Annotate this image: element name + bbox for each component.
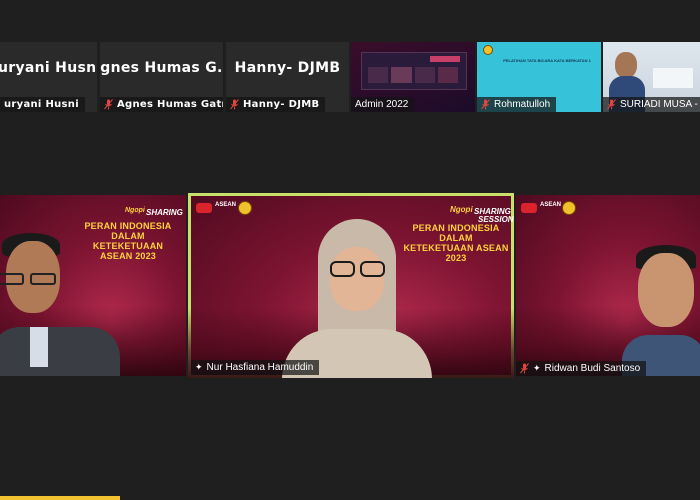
participant-tile-suriadi[interactable]: SURIADI MUSA - E	[603, 42, 700, 112]
slide-sharing: SHARING	[146, 208, 183, 217]
participant-label-text: Hanny- DJMB	[243, 99, 320, 110]
participant-label-text: Agnes Humas Gatrik	[117, 99, 223, 110]
participant-video	[0, 231, 120, 376]
emblem-icon	[562, 201, 576, 215]
participant-video	[272, 217, 442, 378]
participant-tile-rohmatulloh[interactable]: PELATIHAN TATA BICARA KATA BERKATAN 1 Ro…	[477, 42, 601, 112]
participant-name-label: uryani Husni	[0, 97, 85, 112]
asean-label: ASEAN	[215, 202, 237, 208]
participant-tile-ridwan[interactable]: ASEAN ✦ Ridwan Budi Santoso	[516, 195, 700, 376]
participant-display-name: Hanny- DJMB	[234, 60, 341, 76]
slide-ngopi: Ngopi	[450, 205, 473, 214]
participant-tile-hanny[interactable]: Hanny- DJMB Hanny- DJMB	[226, 42, 349, 112]
participant-label-text: Rohmatulloh	[494, 99, 551, 110]
mic-muted-icon	[520, 363, 529, 374]
participant-label-text: Admin 2022	[355, 99, 409, 110]
participant-name-label: ✦ Ridwan Budi Santoso	[516, 361, 647, 376]
participant-tile-nur-hasfiana[interactable]: ASEAN Ngopi SHARING SESSION PERAN INDONE…	[188, 193, 514, 378]
emblem-icon	[483, 45, 493, 55]
participant-tile-left[interactable]: Ngopi SHARING PERAN INDONESIA DALAM KETE…	[0, 195, 186, 376]
pin-icon: ✦	[533, 363, 541, 373]
mic-muted-icon	[104, 99, 113, 110]
participant-name-label: Agnes Humas Gatrik	[100, 97, 223, 112]
mic-muted-icon	[607, 99, 616, 110]
participant-tile-agnes[interactable]: Agnes Humas G... Agnes Humas Gatrik	[100, 42, 223, 112]
participant-label-text: uryani Husni	[4, 99, 79, 110]
participant-label-text: Ridwan Budi Santoso	[544, 363, 641, 374]
participant-name-label: SURIADI MUSA - E	[603, 97, 700, 112]
participant-name-label: Admin 2022	[351, 97, 415, 112]
participant-name-label: Rohmatulloh	[477, 97, 557, 112]
emblem-icon	[238, 201, 252, 215]
participant-label-text: Nur Hasfiana Hamuddin	[206, 362, 314, 373]
asean-logo-icon	[196, 203, 212, 213]
asean-logo-icon	[521, 203, 537, 213]
shared-screen-thumbnail	[361, 52, 467, 90]
participant-label-text: SURIADI MUSA - E	[620, 99, 700, 110]
asean-label: ASEAN	[540, 202, 562, 208]
participant-display-name: uryani Husni	[0, 60, 97, 76]
slide-ngopi: Ngopi	[125, 207, 145, 214]
participant-tile-uryani[interactable]: uryani Husni uryani Husni	[0, 42, 97, 112]
participant-display-name: Agnes Humas G...	[100, 60, 223, 76]
pin-icon: ✦	[195, 362, 203, 372]
toolbar-accent	[0, 496, 120, 500]
participant-tile-admin-2022[interactable]: Admin 2022	[351, 42, 475, 112]
participant-name-label: ✦ Nur Hasfiana Hamuddin	[191, 360, 320, 375]
mic-muted-icon	[230, 99, 239, 110]
participant-video	[622, 243, 700, 376]
slide-heading: PELATIHAN TATA BICARA KATA BERKATAN 1	[503, 58, 591, 63]
mic-muted-icon	[481, 99, 490, 110]
participant-name-label: Hanny- DJMB	[226, 97, 326, 112]
